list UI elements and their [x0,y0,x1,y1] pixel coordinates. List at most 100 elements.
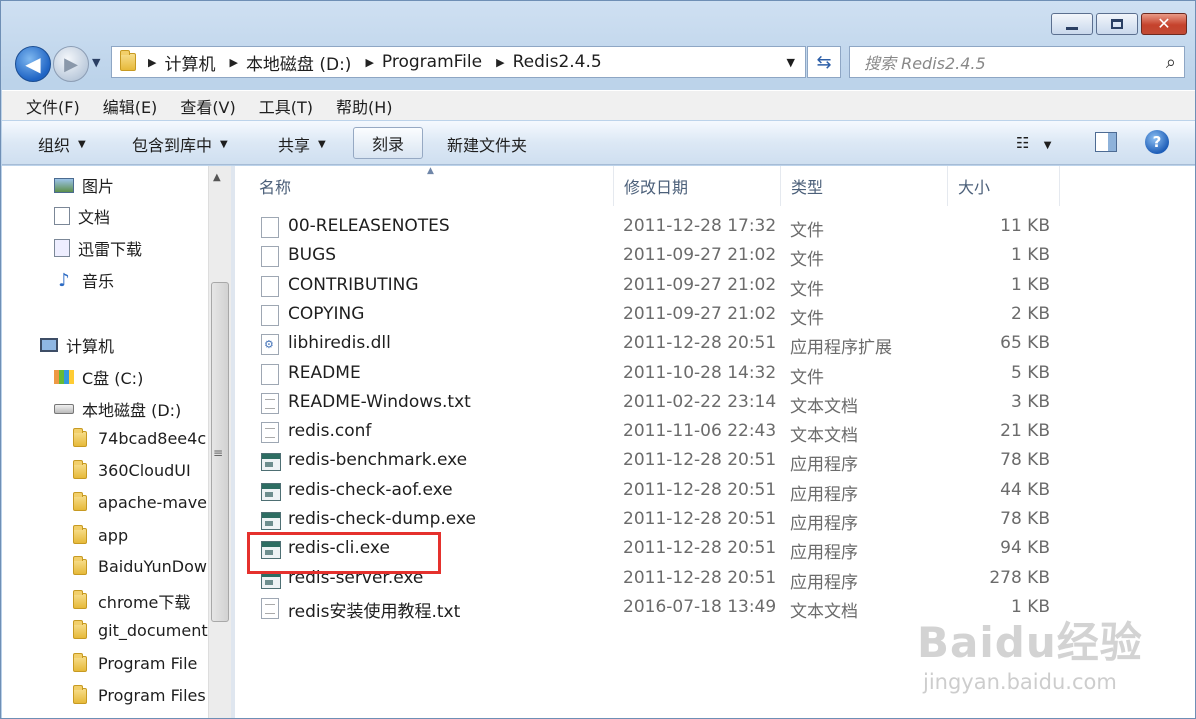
nav-item-computer[interactable]: 计算机 [40,333,114,357]
nav-item-thunder-downloads[interactable]: 迅雷下载 [54,236,142,260]
file-date: 2011-09-27 21:02 [623,245,777,266]
share-button[interactable]: 共享 ▼ [278,130,326,158]
nav-item-documents[interactable]: 文档 [54,204,110,228]
file-name: redis-check-dump.exe [288,509,476,529]
nav-folder-item[interactable]: 360CloudUI [70,459,191,480]
preview-pane-button[interactable] [1095,132,1117,152]
minimize-icon [1066,26,1078,30]
back-button[interactable]: ◀ [15,46,51,82]
file-size: 94 KB [1000,538,1050,559]
file-row[interactable]: README-Windows.txt 2011-02-22 23:14 文本文档 3 … [235,388,1195,417]
search-input[interactable]: 搜索 Redis2.4.5 ⌕ [849,46,1185,78]
nav-folder-item[interactable]: apache-mave [70,491,207,512]
nav-item-music[interactable]: ♪ 音乐 [54,268,114,292]
include-library-button[interactable]: 包含到库中 ▼ [132,130,228,158]
history-dropdown-button[interactable]: ▼ [92,56,100,69]
file-date: 2011-10-28 14:32 [623,362,777,383]
exe-file-icon [261,453,281,472]
nav-folder-item[interactable]: BaiduYunDow [70,555,207,576]
folder-icon [70,459,90,480]
breadcrumb-item[interactable]: ▶ Redis2.4.5 [496,52,602,72]
address-dropdown-icon[interactable]: ▼ [787,56,795,69]
file-file-icon [261,363,279,385]
file-date: 2011-09-27 21:02 [623,274,777,295]
file-date: 2011-12-28 20:51 [623,567,777,588]
nav-folder-item[interactable]: chrome下载 [70,589,190,613]
breadcrumb-item[interactable]: ▶ ProgramFile [365,52,482,72]
file-size: 78 KB [1000,450,1050,471]
column-header-name[interactable]: 名称 [249,166,614,206]
organize-button[interactable]: 组织 ▼ [38,130,86,158]
file-size: 3 KB [1010,391,1050,412]
file-type: 应用程序 [790,484,858,505]
menu-file[interactable]: 文件(F) [26,94,80,118]
file-type: 应用程序 [790,572,858,593]
help-button[interactable]: ? [1145,130,1169,154]
new-folder-button[interactable]: 新建文件夹 [447,130,527,158]
file-row[interactable]: redis-check-dump.exe 2011-12-28 20:51 应用程序… [235,505,1195,534]
grip-icon: ≡ [213,446,224,460]
nav-folder-item[interactable]: app [70,524,128,545]
file-row[interactable]: redis-check-aof.exe 2011-12-28 20:51 应用程序 4… [235,476,1195,505]
refresh-button[interactable]: ⇆ [807,46,841,78]
pictures-icon [54,177,74,193]
file-row[interactable]: redis-benchmark.exe 2011-12-28 20:51 应用程序 7… [235,446,1195,475]
file-row[interactable]: BUGS 2011-09-27 21:02 文件 1 KB [235,241,1195,270]
file-type: 文本文档 [790,426,858,447]
search-icon[interactable]: ⌕ [1166,52,1176,73]
column-header-size[interactable]: 大小 [948,166,1060,206]
minimize-button[interactable] [1051,13,1093,35]
file-row[interactable]: redis.conf 2011-11-06 22:43 文本文档 21 KB [235,417,1195,447]
nav-folder-item[interactable]: Program File [70,652,197,673]
nav-item-drive-d[interactable]: 本地磁盘 (D:) [54,397,181,421]
menu-tools[interactable]: 工具(T) [259,94,313,118]
nav-folder-item[interactable]: Program Files [70,684,206,705]
file-date: 2011-12-28 20:51 [623,450,777,471]
maximize-button[interactable] [1096,13,1138,35]
burn-button[interactable]: 刻录 [353,127,424,159]
nav-folder-item[interactable]: 74bcad8ee4c [70,427,206,448]
folder-icon [70,684,90,705]
file-row[interactable]: redis-cli.exe 2011-12-28 20:51 应用程序 94 KB [235,534,1195,564]
file-row[interactable]: 00-RELEASENOTES 2011-12-28 17:32 文件 11 KB [235,212,1195,241]
navigation-pane: 图片 文档 迅雷下载 ♪ 音乐 计算机 C盘 (C:) 本地磁盘 (D:) 74b… [2,166,231,718]
folder-icon [70,524,90,545]
menu-edit[interactable]: 编辑(E) [103,94,158,118]
file-size: 1 KB [1010,245,1050,266]
file-file-icon [261,246,279,268]
file-size: 78 KB [1000,509,1050,529]
file-name: README [288,362,361,383]
address-bar[interactable]: ▶ 计算机 ▶ 本地磁盘 (D:) ▶ ProgramFile ▶ Redis2.4.5… [111,46,806,78]
file-type: 应用程序 [790,543,858,564]
file-row[interactable]: COPYING 2011-09-27 21:02 文件 2 KB [235,300,1195,329]
close-icon: ✕ [1157,14,1171,33]
nav-scrollbar[interactable]: ▲ ≡ [208,166,231,718]
file-row[interactable]: libhiredis.dll 2011-12-28 20:51 应用程序扩展 65 K… [235,329,1195,358]
nav-item-pictures[interactable]: 图片 [54,173,114,197]
close-button[interactable]: ✕ [1141,13,1187,35]
file-row[interactable]: redis安装使用教程.txt 2016-07-18 13:49 文本文档 1 KB [235,593,1195,622]
view-options-button[interactable]: ☷ ▼ [1016,134,1051,152]
breadcrumb-item[interactable]: ▶ 本地磁盘 (D:) [229,50,351,75]
file-size: 1 KB [1010,274,1050,295]
scroll-up-icon[interactable]: ▲ [213,172,221,183]
file-file-icon [261,275,279,297]
forward-button[interactable]: ▶ [53,46,89,82]
file-date: 2011-12-28 17:32 [623,216,777,236]
exe-file-icon [261,541,281,560]
file-row[interactable]: CONTRIBUTING 2011-09-27 21:02 文件 1 KB [235,271,1195,300]
column-header-type[interactable]: 类型 [781,166,948,206]
file-row[interactable]: redis-server.exe 2011-12-28 20:51 应用程序 278 … [235,564,1195,593]
menu-view[interactable]: 查看(V) [180,94,235,118]
nav-item-drive-c[interactable]: C盘 (C:) [54,365,143,389]
file-date: 2016-07-18 13:49 [623,596,777,617]
file-date: 2011-12-28 20:51 [623,333,777,354]
chevron-down-icon: ▼ [220,138,228,150]
menu-help[interactable]: 帮助(H) [336,94,393,118]
breadcrumb-item[interactable]: ▶ 计算机 [148,50,215,75]
column-header-date[interactable]: 修改日期 [614,166,781,206]
command-bar: 组织 ▼ 包含到库中 ▼ 共享 ▼ 刻录 新建文件夹 ☷ ▼ ? [2,121,1195,165]
file-name: redis-server.exe [288,567,424,588]
nav-folder-item[interactable]: git_document [70,619,208,640]
file-row[interactable]: README 2011-10-28 14:32 文件 5 KB [235,359,1195,388]
